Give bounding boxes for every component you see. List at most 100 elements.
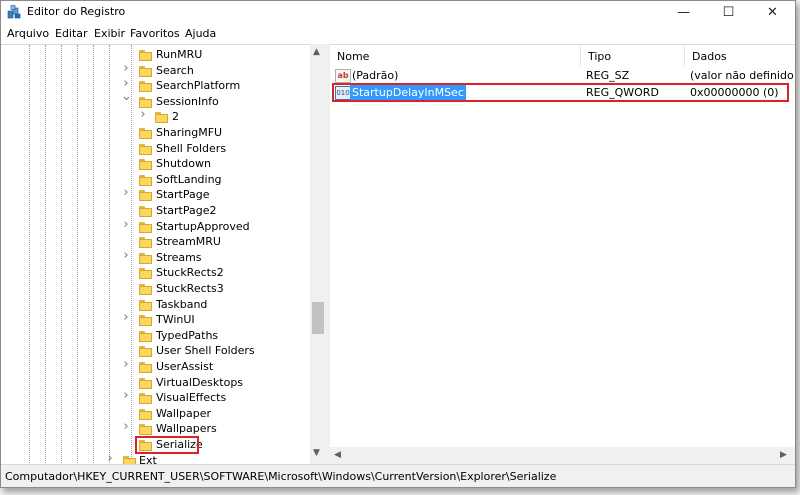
maximize-icon: ☐ — [722, 5, 735, 20]
folder-icon — [139, 144, 152, 155]
tree-item-typedpaths[interactable]: TypedPaths — [1, 328, 309, 344]
folder-icon-body — [155, 114, 168, 123]
menu-editar[interactable]: Editar — [55, 27, 88, 40]
folder-icon — [139, 315, 152, 326]
folder-icon-body — [139, 208, 152, 217]
tree-item-searchplatform[interactable]: › SearchPlatform — [1, 77, 309, 94]
value-highlight-box — [332, 83, 789, 102]
chevron-right-icon[interactable]: › — [121, 218, 131, 231]
tree-item-label: VisualEffects — [156, 391, 227, 404]
chevron-right-icon[interactable]: › — [121, 311, 131, 324]
scroll-down-icon[interactable]: ▼ — [313, 448, 320, 458]
registry-editor-icon — [7, 5, 21, 19]
tree-item-streammru[interactable]: StreamMRU — [1, 234, 309, 250]
title-bar[interactable]: Editor do Registro — ☐ ✕ — [1, 1, 795, 24]
tree-item-wallpapers[interactable]: › Wallpapers — [1, 420, 309, 437]
tree-scroll-thumb[interactable] — [312, 302, 324, 334]
folder-icon-body — [139, 317, 152, 326]
key-tree-pane[interactable]: RunMRU › Search › SearchPlatform ⌄ SessionInfo… — [1, 44, 326, 467]
chevron-right-icon[interactable]: › — [121, 186, 131, 199]
tree-item-sharingmfu[interactable]: SharingMFU — [1, 125, 309, 141]
folder-icon-body — [139, 302, 152, 311]
minimize-button[interactable]: — — [661, 1, 706, 24]
maximize-button[interactable]: ☐ — [706, 1, 751, 24]
folder-icon — [139, 159, 152, 170]
folder-icon-body — [139, 411, 152, 420]
menu-favoritos[interactable]: Favoritos — [130, 27, 180, 40]
folder-icon-body — [139, 286, 152, 295]
folder-icon-body — [139, 192, 152, 201]
column-header-data[interactable]: Dados — [685, 45, 794, 66]
folder-icon-body — [139, 68, 152, 77]
tree-item-label: UserAssist — [156, 360, 214, 373]
chevron-down-icon[interactable]: ⌄ — [121, 90, 132, 103]
folder-icon — [139, 268, 152, 279]
folder-icon — [139, 66, 152, 77]
tree-item-wallpaper[interactable]: Wallpaper — [1, 406, 309, 422]
selected-key-highlight-box — [135, 436, 199, 454]
folder-icon — [139, 206, 152, 217]
folder-icon-body — [139, 380, 152, 389]
tree-item-startupapproved[interactable]: › StartupApproved — [1, 218, 309, 235]
chevron-right-icon[interactable]: › — [138, 108, 148, 121]
tree-item-label: Streams — [156, 251, 202, 264]
tree-item-label: StreamMRU — [156, 235, 221, 248]
tree-item-taskband[interactable]: Taskband — [1, 297, 309, 313]
tree-item-label: TypedPaths — [156, 329, 219, 342]
tree-item-twinui[interactable]: › TWinUI — [1, 311, 309, 328]
column-header-label: Dados — [692, 50, 727, 63]
folder-icon — [155, 112, 168, 123]
tree-item-visualeffects[interactable]: › VisualEffects — [1, 389, 309, 406]
values-list-pane[interactable]: Nome Tipo Dados ab (Padrão) REG_SZ (valo… — [330, 44, 795, 465]
tree-vertical-scrollbar[interactable]: ▲ ▼ — [310, 44, 326, 464]
chevron-right-icon[interactable]: › — [121, 389, 131, 402]
column-header-type[interactable]: Tipo — [581, 45, 685, 66]
tree-item-virtualdesktops[interactable]: VirtualDesktops — [1, 375, 309, 391]
tree-item-stuckrects2[interactable]: StuckRects2 — [1, 265, 309, 281]
tree-item-runmru[interactable]: RunMRU — [1, 47, 309, 63]
value-row[interactable]: ab (Padrão) REG_SZ (valor não definido) — [330, 67, 795, 84]
menu-ajuda[interactable]: Ajuda — [185, 27, 216, 40]
folder-icon — [139, 128, 152, 139]
tree-item-softlanding[interactable]: SoftLanding — [1, 172, 309, 188]
menu-arquivo[interactable]: Arquivo — [7, 27, 49, 40]
folder-icon-body — [139, 239, 152, 248]
tree-item-shell-folders[interactable]: Shell Folders — [1, 141, 309, 157]
tree-item-startpage[interactable]: › StartPage — [1, 186, 309, 203]
tree-item-label: Shutdown — [156, 157, 211, 170]
tree-item-user-shell-folders[interactable]: User Shell Folders — [1, 343, 309, 359]
column-header-name[interactable]: Nome — [330, 45, 581, 66]
folder-icon-body — [139, 161, 152, 170]
folder-icon-body — [139, 255, 152, 264]
tree-item-startpage2[interactable]: StartPage2 — [1, 203, 309, 219]
chevron-right-icon[interactable]: › — [121, 420, 131, 433]
chevron-right-icon[interactable]: › — [121, 358, 131, 371]
menu-exibir[interactable]: Exibir — [94, 27, 125, 40]
chevron-right-icon[interactable]: › — [121, 249, 131, 262]
folder-icon — [139, 253, 152, 264]
folder-icon — [139, 331, 152, 342]
tree-item-search[interactable]: › Search — [1, 62, 309, 79]
list-horizontal-scrollbar[interactable]: ◀ ▶ — [330, 447, 795, 464]
close-button[interactable]: ✕ — [750, 1, 795, 24]
scroll-up-icon[interactable]: ▲ — [313, 47, 320, 57]
tree-item-stuckrects3[interactable]: StuckRects3 — [1, 281, 309, 297]
chevron-right-icon[interactable]: › — [121, 62, 131, 75]
scroll-right-icon[interactable]: ▶ — [780, 450, 787, 460]
tree-item-sessioninfo[interactable]: ⌄ SessionInfo — [1, 90, 309, 110]
column-header-label: Nome — [337, 50, 370, 63]
minimize-icon: — — [677, 5, 690, 20]
tree-item-streams[interactable]: › Streams — [1, 249, 309, 266]
folder-icon — [139, 81, 152, 92]
tree-item-serialize[interactable]: Serialize — [1, 436, 309, 454]
tree-item-label: Wallpapers — [156, 422, 217, 435]
tree-item-2[interactable]: › 2 — [1, 108, 309, 125]
scroll-left-icon[interactable]: ◀ — [334, 450, 341, 460]
folder-icon — [139, 424, 152, 435]
tree-item-label: RunMRU — [156, 48, 203, 61]
tree-item-label: VirtualDesktops — [156, 376, 244, 389]
tree-item-label: Shell Folders — [156, 142, 227, 155]
tree-item-userassist[interactable]: › UserAssist — [1, 358, 309, 375]
folder-icon-body — [139, 224, 152, 233]
tree-item-shutdown[interactable]: Shutdown — [1, 156, 309, 172]
